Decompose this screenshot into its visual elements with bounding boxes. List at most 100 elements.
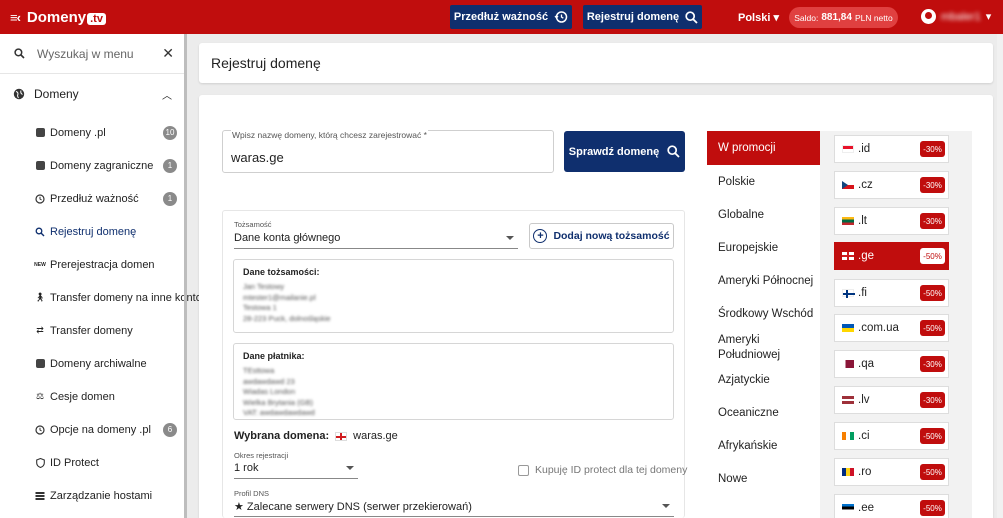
balance-suffix: PLN netto [854, 12, 893, 23]
category-globalne[interactable]: Globalne [707, 200, 820, 230]
promo-item-ge[interactable]: .ge -50% [834, 242, 949, 270]
category-azjatyckie[interactable]: Azjatyckie [707, 365, 820, 395]
menu-collapse-icon[interactable]: ≡‹ [10, 10, 21, 25]
promo-item-fi[interactable]: .fi -50% [834, 279, 949, 307]
promo-item-qa[interactable]: .qa -30% [834, 350, 949, 378]
category-label: Ameryki Południowej [718, 334, 781, 361]
sidebar-item-label: ID Protect [50, 456, 99, 469]
sidebar-search[interactable]: Wyszukaj w menu ✕ [0, 34, 186, 74]
check-domain-button[interactable]: Sprawdź domenę [564, 131, 685, 172]
logo[interactable]: ≡‹ Domeny .tv [10, 9, 106, 26]
sidebar-group-label: Domeny [34, 87, 79, 101]
caret-down-icon [506, 236, 514, 240]
category-w-promocji[interactable]: W promocji [707, 131, 820, 165]
payer-line: Wielka Brytania (GB) [243, 397, 314, 407]
sidebar-item-rejestruj[interactable]: Rejestruj domenę [0, 215, 186, 248]
sidebar-item-transfer-konto[interactable]: 🚶︎ Transfer domeny na inne konto [0, 281, 202, 314]
category-label: Polskie [718, 175, 756, 188]
archive-icon [35, 359, 45, 369]
promo-tld: .lv [858, 394, 870, 406]
sidebar-item-domeny-pl[interactable]: Domeny .pl 10 [0, 116, 186, 149]
identity-select[interactable]: Dane konta głównego [234, 232, 518, 249]
promo-item-ee[interactable]: .ee -50% [834, 494, 949, 518]
category-label: Europejskie [718, 241, 779, 254]
discount-badge: -30% [920, 213, 945, 229]
sidebar-item-label: Rejestruj domenę [50, 225, 137, 238]
category-label: Azjatyckie [718, 373, 770, 386]
caret-down-icon [662, 504, 670, 508]
page-scrollbar[interactable] [997, 34, 1003, 518]
discount-badge: -50% [920, 248, 945, 264]
sidebar-scrollbar[interactable] [184, 34, 187, 518]
sidebar-item-transfer[interactable]: ⇄ Transfer domeny [0, 314, 186, 347]
sidebar-item-cesje[interactable]: ⚖︎ Cesje domen [0, 380, 186, 413]
domain-input-value[interactable]: waras.ge [231, 150, 284, 165]
sidebar-group-domains[interactable]: Domeny ︿ [0, 76, 186, 112]
register-label: Rejestruj domenę [586, 11, 680, 23]
shield-icon [35, 457, 45, 468]
discount-badge: -30% [920, 141, 945, 157]
id-protect-checkbox[interactable]: Kupuję ID protect dla tej domeny [518, 464, 687, 476]
period-select[interactable]: 1 rok [234, 462, 358, 479]
sidebar-item-domeny-zagraniczne[interactable]: Domeny zagraniczne 1 [0, 149, 186, 182]
category-nowe[interactable]: Nowe [707, 464, 820, 494]
count-badge: 6 [163, 422, 177, 437]
ukraine-flag-icon [842, 324, 854, 332]
discount-badge: -30% [920, 356, 945, 372]
page-title-card: Rejestruj domenę [199, 43, 993, 83]
language-select[interactable]: Polski ▾ [738, 11, 779, 24]
dns-profile-select[interactable]: ★ Zalecane serwery DNS (serwer przekiero… [234, 500, 674, 517]
search-icon [685, 10, 698, 24]
check-domain-label: Sprawdź domenę [568, 145, 660, 158]
category-label: Oceaniczne [718, 406, 779, 419]
sidebar-item-opcje[interactable]: Opcje na domeny .pl 6 [0, 413, 186, 446]
latvia-flag-icon [842, 396, 854, 404]
category-afrykanskie[interactable]: Afrykańskie [707, 431, 820, 461]
category-polskie[interactable]: Polskie [707, 167, 820, 197]
identity-data-title: Dane tożsamości: [243, 267, 320, 277]
payer-data-box: Dane płatnika: TEsttowa awdawdawd 23 Wia… [233, 343, 674, 420]
sidebar-search-input[interactable]: Wyszukaj w menu [37, 47, 162, 61]
promo-tld: .id [858, 143, 871, 155]
checkbox[interactable] [518, 464, 529, 476]
caret-down-icon: ▾ [773, 12, 779, 24]
sidebar-item-archiwalne[interactable]: Domeny archiwalne [0, 347, 186, 380]
promo-item-ro[interactable]: .ro -50% [834, 458, 949, 486]
globe-icon [13, 88, 25, 100]
sidebar-item-label: Transfer domeny [50, 324, 133, 337]
sidebar-item-hosty[interactable]: Zarządzanie hostami [0, 479, 186, 512]
clock-options-icon [35, 424, 45, 435]
category-europejskie[interactable]: Europejskie [707, 233, 820, 263]
balance-badge[interactable]: Saldo: 881,84 PLN netto [789, 7, 898, 28]
category-label: Afrykańskie [718, 439, 778, 452]
category-ameryki-poludniowej[interactable]: Ameryki Południowej [707, 331, 820, 365]
category-list: W promocji Polskie Globalne Europejskie … [707, 131, 820, 518]
sidebar-item-prerejestracja[interactable]: NEW Prerejestracja domen [0, 248, 186, 281]
renew-button[interactable]: Przedłuż ważność [450, 5, 572, 29]
category-srodkowy-wschod[interactable]: Środkowy Wschód [707, 299, 820, 329]
identity-label: Tożsamość [234, 220, 272, 229]
category-ameryki-polnocnej[interactable]: Ameryki Północnej [707, 266, 820, 296]
promo-item-id[interactable]: .id -30% [834, 135, 949, 163]
promo-item-ci[interactable]: .ci -50% [834, 422, 949, 450]
promo-item-lt[interactable]: .lt -30% [834, 207, 949, 235]
category-label: Nowe [718, 472, 748, 485]
indonesia-flag-icon [842, 145, 854, 153]
period-label: Okres rejestracji [234, 451, 289, 460]
promo-item-lv[interactable]: .lv -30% [834, 386, 949, 414]
domain-input[interactable]: Wpisz nazwę domeny, którą chcesz zarejes… [222, 130, 554, 173]
sidebar-item-przedluz[interactable]: Przedłuż ważność 1 [0, 182, 186, 215]
close-icon[interactable]: ✕ [162, 45, 174, 62]
caret-down-icon [346, 466, 354, 470]
sidebar-item-label: Transfer domeny na inne konto [50, 291, 202, 304]
category-oceaniczne[interactable]: Oceaniczne [707, 398, 820, 428]
sidebar-item-label: Opcje na domeny .pl [50, 423, 151, 436]
add-identity-button[interactable]: + Dodaj nową tożsamość [529, 223, 674, 249]
sidebar-item-id-protect[interactable]: ID Protect [0, 446, 186, 479]
avatar-icon [921, 9, 936, 24]
user-menu[interactable]: mbaler1 ▾ [921, 9, 991, 24]
promo-item-com-ua[interactable]: .com.ua -50% [834, 314, 949, 342]
promo-item-cz[interactable]: .cz -30% [834, 171, 949, 199]
register-domain-button[interactable]: Rejestruj domenę [583, 5, 702, 29]
search-icon [14, 48, 25, 59]
